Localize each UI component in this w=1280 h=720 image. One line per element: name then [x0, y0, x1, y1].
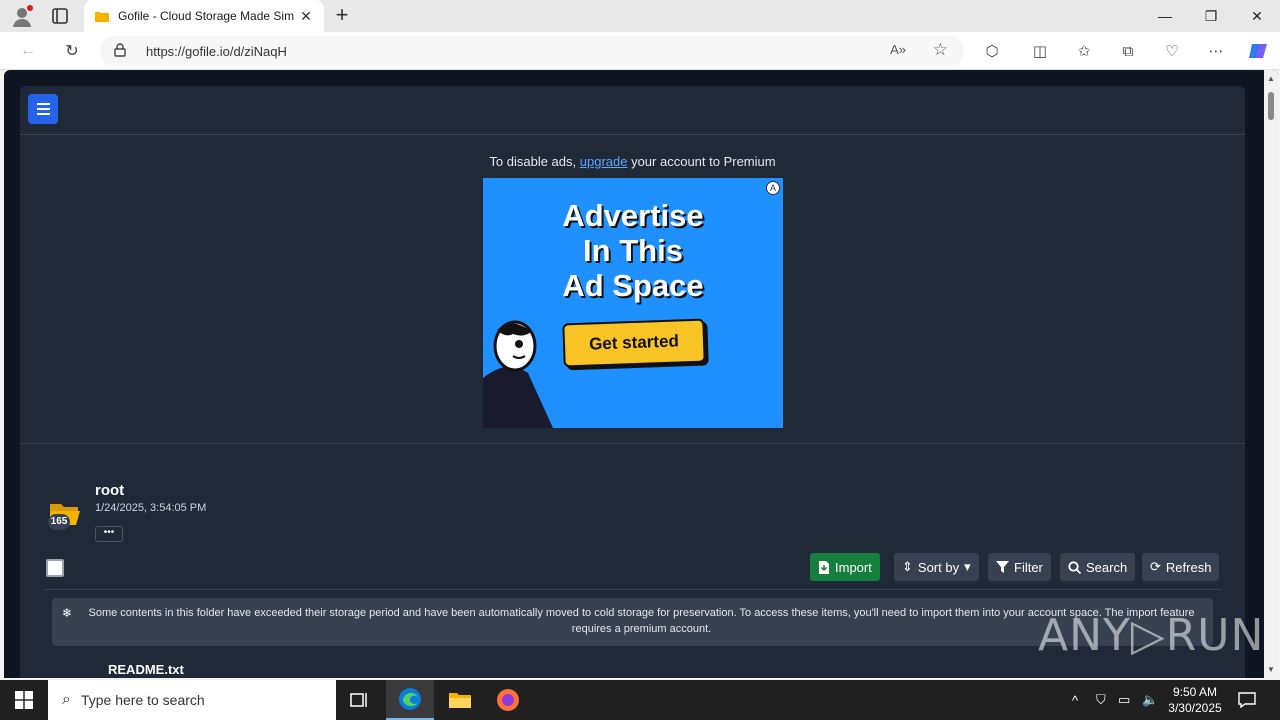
windows-taskbar: ⌕ Type here to search ^ ⛉ ▭ 🔈 9:50 AM 3/…: [0, 680, 1280, 720]
folder-more-button[interactable]: •••: [95, 526, 123, 542]
file-import-icon: [819, 560, 829, 574]
anyrun-watermark: ANY▷RUN: [1038, 610, 1265, 661]
file-explorer-icon[interactable]: [436, 680, 484, 720]
minimize-button[interactable]: —: [1142, 0, 1188, 32]
snowflake-icon: ❄: [62, 606, 73, 620]
page-viewport: To disable ads, upgrade your account to …: [4, 70, 1278, 678]
split-screen-icon[interactable]: ◫: [1028, 39, 1052, 63]
ad-headline: Advertise In This Ad Space: [562, 198, 704, 303]
folder-name: root: [95, 482, 125, 499]
adchoices-icon[interactable]: A: [766, 181, 780, 195]
address-bar[interactable]: https://gofile.io/d/ziNaqH A» ☆: [100, 36, 964, 66]
select-all-checkbox[interactable]: [46, 559, 64, 577]
browser-toolbar: ← ↻ https://gofile.io/d/ziNaqH A» ☆ ⬡ ◫ …: [0, 32, 1280, 70]
header-divider: [20, 134, 1245, 135]
filter-button[interactable]: Filter: [988, 553, 1051, 581]
close-tab-icon[interactable]: ✕: [298, 8, 314, 25]
collections-icon[interactable]: ⧉: [1116, 39, 1140, 63]
back-button[interactable]: ←: [16, 39, 40, 63]
browser-essentials-icon[interactable]: ♡: [1160, 39, 1184, 63]
notifications-icon[interactable]: [1238, 680, 1256, 720]
browser-tab-strip: Gofile - Cloud Storage Made Sim ✕ + — ❐ …: [0, 0, 1280, 32]
folder-item-count-badge: 165: [48, 514, 70, 530]
filter-icon: [996, 561, 1009, 573]
read-aloud-icon[interactable]: A»: [890, 42, 906, 57]
edge-taskbar-icon[interactable]: [386, 680, 434, 720]
tab-title: Gofile - Cloud Storage Made Sim: [118, 9, 295, 23]
tab-actions-icon[interactable]: [48, 4, 72, 28]
volume-icon[interactable]: 🔈: [1142, 680, 1158, 720]
refresh-icon: ⟳: [1150, 559, 1161, 574]
taskbar-search-box[interactable]: ⌕ Type here to search: [48, 680, 336, 720]
profile-icon[interactable]: [10, 4, 34, 28]
folder-date: 1/24/2025, 3:54:05 PM: [95, 502, 207, 514]
windows-start-button[interactable]: [0, 680, 48, 720]
settings-more-icon[interactable]: ⋯: [1204, 39, 1228, 63]
sort-by-button[interactable]: ⇕ Sort by ▾: [894, 553, 979, 581]
search-icon: ⌕: [62, 691, 71, 708]
ad-mascot-illustration: [483, 320, 553, 428]
caret-down-icon: ▾: [964, 559, 971, 574]
close-window-button[interactable]: ✕: [1234, 0, 1280, 32]
page-scrollbar[interactable]: ▲ ▼: [1264, 70, 1278, 678]
upgrade-link[interactable]: upgrade: [580, 154, 628, 169]
reload-button[interactable]: ↻: [60, 39, 84, 63]
extensions-icon[interactable]: ⬡: [980, 39, 1004, 63]
network-icon[interactable]: ▭: [1118, 680, 1130, 720]
advertisement-banner[interactable]: A Advertise In This Ad Space Get started: [483, 178, 783, 428]
ad-cta-button[interactable]: Get started: [562, 318, 706, 368]
refresh-button[interactable]: ⟳ Refresh: [1142, 553, 1220, 581]
gofile-favicon-icon: [94, 8, 110, 24]
ad-divider: [20, 443, 1245, 444]
ad-disable-note: To disable ads, upgrade your account to …: [489, 154, 776, 169]
sort-icon: ⇕: [902, 559, 913, 574]
search-icon: [1068, 560, 1081, 574]
show-hidden-icons-icon[interactable]: ^: [1072, 680, 1078, 720]
hamburger-menu-button[interactable]: [28, 94, 58, 124]
task-view-icon[interactable]: [336, 680, 384, 720]
file-name[interactable]: README.txt: [108, 662, 184, 677]
toolbar-divider: [44, 589, 1222, 590]
browser-tab-active[interactable]: Gofile - Cloud Storage Made Sim ✕: [84, 0, 324, 32]
defender-icon[interactable]: ⛉: [1096, 680, 1106, 720]
favorites-icon[interactable]: ✩: [1072, 39, 1096, 63]
scrollbar-thumb[interactable]: [1268, 92, 1274, 120]
restore-button[interactable]: ❐: [1188, 0, 1234, 32]
import-button[interactable]: Import: [810, 553, 880, 581]
taskbar-clock[interactable]: 9:50 AM 3/30/2025: [1166, 684, 1224, 716]
favorite-star-icon[interactable]: ☆: [933, 40, 948, 60]
new-tab-button[interactable]: +: [330, 4, 354, 28]
scroll-down-icon[interactable]: ▼: [1267, 665, 1275, 674]
copilot-icon[interactable]: [1246, 39, 1270, 63]
gofile-panel: To disable ads, upgrade your account to …: [20, 86, 1245, 678]
search-button[interactable]: Search: [1060, 553, 1136, 581]
url-text: https://gofile.io/d/ziNaqH: [146, 43, 287, 59]
scroll-up-icon[interactable]: ▲: [1267, 74, 1275, 83]
lock-icon: [114, 42, 130, 60]
firefox-icon[interactable]: [484, 680, 532, 720]
